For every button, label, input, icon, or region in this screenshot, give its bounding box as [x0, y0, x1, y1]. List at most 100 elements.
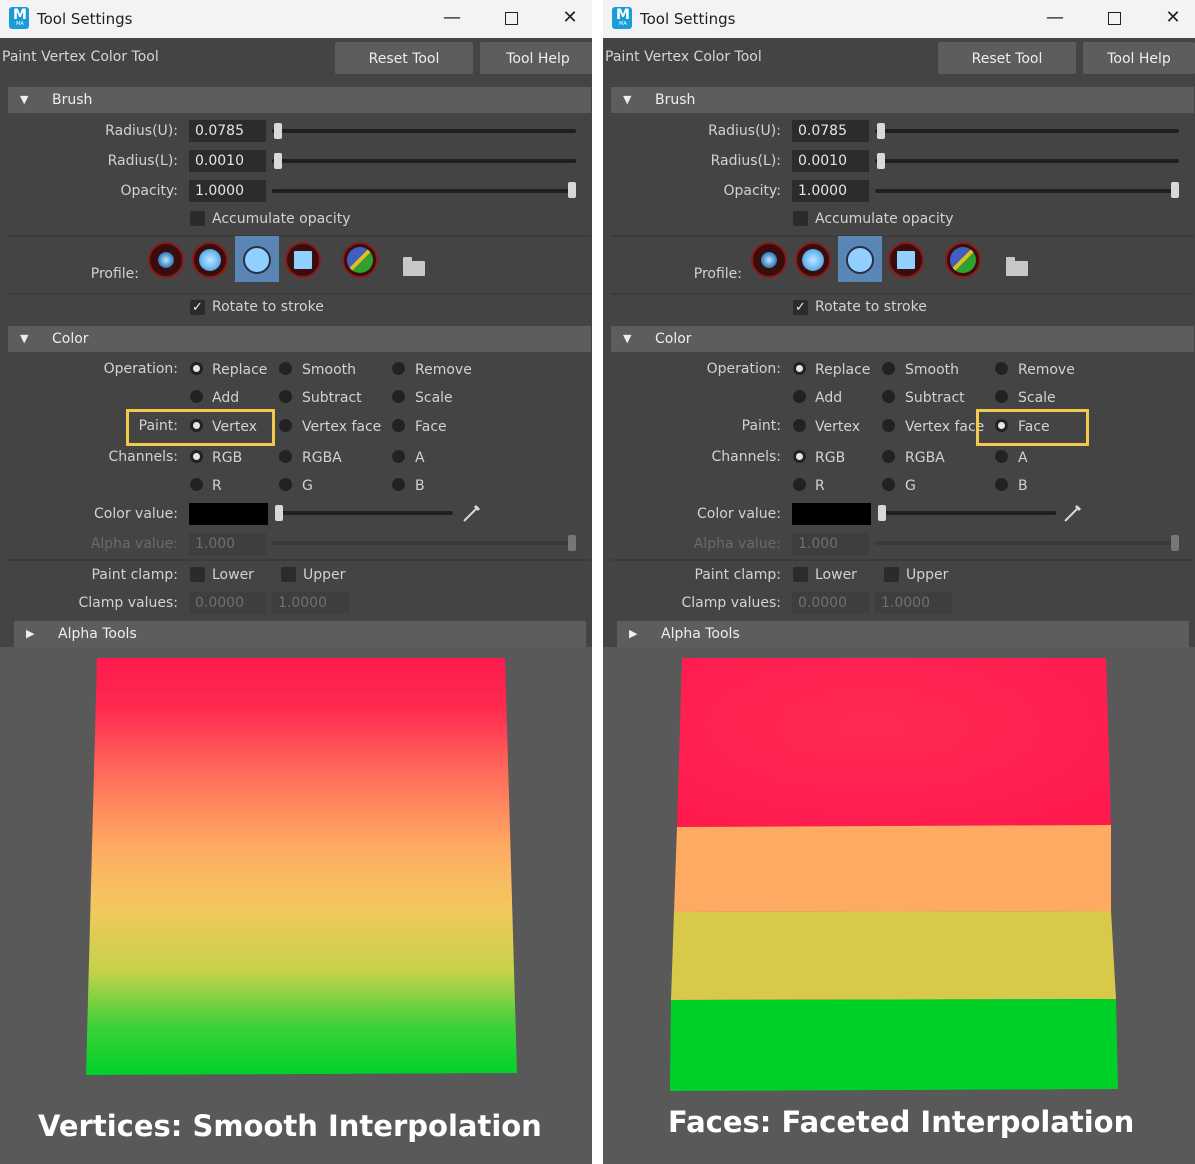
op-add-radio[interactable] [793, 390, 806, 403]
radius-l-slider[interactable] [875, 159, 1179, 163]
op-smooth-radio[interactable] [882, 362, 895, 375]
accumulate-opacity-checkbox[interactable] [793, 211, 808, 226]
op-scale-radio[interactable] [995, 390, 1008, 403]
color-section-header[interactable]: ▼ Color [611, 326, 1194, 352]
rotate-to-stroke-checkbox[interactable]: ✓ [190, 300, 205, 315]
op-add-radio[interactable] [190, 390, 203, 403]
paint-vertex-face-radio[interactable] [279, 419, 292, 432]
alpha-tools-section-header[interactable]: ▶ Alpha Tools [14, 621, 586, 647]
close-button[interactable]: ✕ [1153, 5, 1193, 31]
maya-app-icon: M MA [612, 7, 632, 29]
channel-rgb-radio[interactable] [793, 450, 806, 463]
profile-medium-brush-icon[interactable] [795, 242, 831, 278]
paint-face-radio[interactable] [392, 419, 405, 432]
clamp-upper-checkbox[interactable] [884, 567, 899, 582]
opacity-field[interactable]: 1.0000 [792, 180, 869, 202]
radius-u-field[interactable]: 0.0785 [189, 120, 266, 142]
accumulate-opacity-checkbox[interactable] [190, 211, 205, 226]
folder-icon[interactable] [1006, 257, 1028, 276]
profile-hard-brush-icon[interactable] [842, 242, 878, 278]
channel-rgba-radio[interactable] [882, 450, 895, 463]
op-remove-label: Remove [415, 362, 472, 378]
channel-r-radio[interactable] [793, 478, 806, 491]
color-value-slider[interactable] [275, 511, 453, 515]
radius-l-field[interactable]: 0.0010 [792, 150, 869, 172]
radius-l-field[interactable]: 0.0010 [189, 150, 266, 172]
op-scale-radio[interactable] [392, 390, 405, 403]
eyedropper-icon[interactable] [461, 502, 483, 524]
app-icon-sub: MA [16, 21, 24, 27]
op-subtract-radio[interactable] [882, 390, 895, 403]
channel-g-radio[interactable] [882, 478, 895, 491]
color-value-slider-handle[interactable] [275, 505, 283, 521]
radius-u-label: Radius(U): [708, 123, 781, 139]
op-subtract-radio[interactable] [279, 390, 292, 403]
profile-soft-brush-icon[interactable] [751, 242, 787, 278]
radius-l-slider-handle[interactable] [274, 153, 282, 169]
radius-u-slider[interactable] [875, 129, 1179, 133]
opacity-slider-handle[interactable] [1171, 182, 1179, 198]
tool-help-button[interactable]: Tool Help [1083, 42, 1195, 74]
profile-image-brush-icon[interactable] [342, 242, 378, 278]
tool-help-button[interactable]: Tool Help [480, 42, 592, 74]
reset-tool-button[interactable]: Reset Tool [938, 42, 1076, 74]
folder-icon[interactable] [403, 257, 425, 276]
op-replace-radio[interactable] [793, 362, 806, 375]
opacity-slider-handle[interactable] [568, 182, 576, 198]
radius-u-field[interactable]: 0.0785 [792, 120, 869, 142]
alpha-tools-section-header[interactable]: ▶ Alpha Tools [617, 621, 1189, 647]
color-value-slider[interactable] [878, 511, 1056, 515]
channel-b-radio[interactable] [995, 478, 1008, 491]
opacity-field[interactable]: 1.0000 [189, 180, 266, 202]
radius-u-slider-handle[interactable] [877, 123, 885, 139]
radius-u-slider-handle[interactable] [274, 123, 282, 139]
profile-square-brush-icon[interactable] [888, 242, 924, 278]
tool-header: Paint Vertex Color Tool Reset Tool Tool … [603, 38, 1195, 80]
op-smooth-radio[interactable] [279, 362, 292, 375]
channel-rgb-radio[interactable] [190, 450, 203, 463]
profile-medium-brush-icon[interactable] [192, 242, 228, 278]
rotate-to-stroke-checkbox[interactable]: ✓ [793, 300, 808, 315]
maximize-button[interactable] [491, 5, 531, 31]
maximize-button[interactable] [1094, 5, 1134, 31]
radius-u-slider[interactable] [272, 129, 576, 133]
op-replace-radio[interactable] [190, 362, 203, 375]
brush-section-header[interactable]: ▼ Brush [8, 87, 591, 113]
profile-square-brush-icon[interactable] [285, 242, 321, 278]
profile-hard-brush-icon[interactable] [239, 242, 275, 278]
face-green [670, 999, 1118, 1091]
radius-l-slider-handle[interactable] [877, 153, 885, 169]
color-value-label: Color value: [94, 506, 178, 522]
clamp-lower-checkbox[interactable] [190, 567, 205, 582]
clamp-lower-checkbox[interactable] [793, 567, 808, 582]
channel-b-label: B [1018, 478, 1028, 494]
reset-tool-button[interactable]: Reset Tool [335, 42, 473, 74]
eyedropper-icon[interactable] [1062, 502, 1084, 524]
minimize-button[interactable]: — [1035, 5, 1075, 31]
profile-image-brush-icon[interactable] [945, 242, 981, 278]
divider [611, 559, 1194, 561]
color-value-swatch[interactable] [189, 503, 268, 525]
channel-g-radio[interactable] [279, 478, 292, 491]
channel-b-radio[interactable] [392, 478, 405, 491]
profile-soft-brush-icon[interactable] [148, 242, 184, 278]
channel-rgba-radio[interactable] [279, 450, 292, 463]
clamp-upper-checkbox[interactable] [281, 567, 296, 582]
channel-a-radio[interactable] [392, 450, 405, 463]
op-remove-radio[interactable] [995, 362, 1008, 375]
expand-arrow-icon: ▶ [26, 627, 35, 640]
paint-vertex-face-radio[interactable] [882, 419, 895, 432]
channel-a-radio[interactable] [995, 450, 1008, 463]
color-value-slider-handle[interactable] [878, 505, 886, 521]
channel-r-radio[interactable] [190, 478, 203, 491]
radius-l-slider[interactable] [272, 159, 576, 163]
opacity-slider[interactable] [272, 189, 576, 193]
color-section-header[interactable]: ▼ Color [8, 326, 591, 352]
op-remove-radio[interactable] [392, 362, 405, 375]
minimize-button[interactable]: — [432, 5, 472, 31]
close-button[interactable]: ✕ [550, 5, 590, 31]
opacity-slider[interactable] [875, 189, 1179, 193]
brush-section-header[interactable]: ▼ Brush [611, 87, 1194, 113]
color-value-swatch[interactable] [792, 503, 871, 525]
paint-vertex-radio[interactable] [793, 419, 806, 432]
